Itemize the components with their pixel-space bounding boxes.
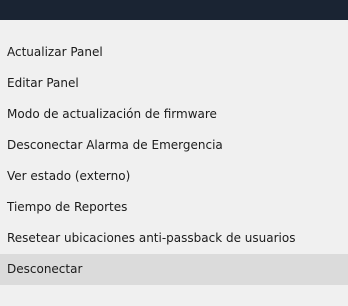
menu-item-desconectar-alarma-emergencia[interactable]: Desconectar Alarma de Emergencia <box>0 130 348 161</box>
menu-item-modo-actualizacion-firmware[interactable]: Modo de actualización de firmware <box>0 99 348 130</box>
menu-item-tiempo-reportes[interactable]: Tiempo de Reportes <box>0 192 348 223</box>
window-top-bar <box>0 0 348 20</box>
menu-item-editar-panel[interactable]: Editar Panel <box>0 68 348 99</box>
menu-item-actualizar-panel[interactable]: Actualizar Panel <box>0 37 348 68</box>
menu-item-desconectar[interactable]: Desconectar <box>0 254 348 285</box>
menu-item-ver-estado-externo[interactable]: Ver estado (externo) <box>0 161 348 192</box>
menu-item-resetear-anti-passback[interactable]: Resetear ubicaciones anti-passback de us… <box>0 223 348 254</box>
context-menu: Actualizar Panel Editar Panel Modo de ac… <box>0 20 348 306</box>
